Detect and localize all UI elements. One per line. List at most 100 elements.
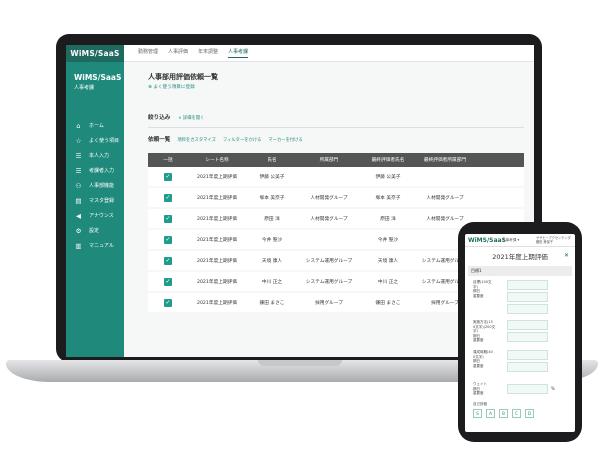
phone-app-logo[interactable]: WiMS/SaaS	[468, 237, 506, 244]
tab-hr-evaluation[interactable]: 人事評価	[168, 48, 188, 58]
sidebar-item-master-data[interactable]: ▤ マスタ登録	[66, 193, 124, 208]
grade-option-a[interactable]: A	[486, 409, 495, 418]
sidebar-item-favorites[interactable]: ☆ よく使う項目	[66, 133, 124, 148]
phone-module-select[interactable]: 人事考課 ▾	[502, 238, 536, 243]
cell-final-name: 今井 聖沙	[377, 237, 399, 243]
phone-field-label-method: 実施方法(15 0文字)(200文 字) 期日 重要度	[473, 320, 495, 343]
cell-sheet: 2021年度上期評価	[196, 279, 238, 285]
grade-option-c[interactable]: C	[512, 409, 521, 418]
column-header-final-name[interactable]: 最終評価者氏名	[360, 157, 416, 163]
sidebar-item-evaluator-input[interactable]: ☰ 考課者入力	[66, 163, 124, 178]
book-icon: ▥	[75, 241, 82, 250]
sidebar-item-label: マニュアル	[89, 243, 114, 249]
checkbox-checked-icon[interactable]: ✓	[164, 193, 172, 202]
cell-final-name: 鎌田 まさこ	[375, 300, 401, 306]
table-row[interactable]: ✓ 2021年度上期評価 伊藤 公美子 伊藤 公美子	[148, 167, 524, 188]
phone-section-header: 目標1	[468, 266, 572, 276]
cell-name: 中川 正之	[261, 279, 283, 285]
column-header-name[interactable]: 氏名	[246, 157, 298, 163]
label-line: 目標(100文	[473, 280, 492, 284]
sidebar-item-announce[interactable]: ◀ アナウンス	[66, 208, 124, 223]
sidebar-item-settings[interactable]: ⚙ 設定	[66, 223, 124, 238]
column-header-dept[interactable]: 所属部門	[298, 157, 360, 163]
cell-final-dept: 人材開発グループ	[426, 216, 464, 222]
label-line: 達成時期(40	[473, 350, 493, 354]
cell-sheet: 2021年度上期評価	[196, 300, 238, 306]
app-logo[interactable]: WiMS/SaaS	[66, 45, 124, 62]
cell-sheet: 2021年度上期評価	[196, 237, 238, 243]
checkbox-checked-icon[interactable]: ✓	[164, 277, 172, 286]
goal-importance-input[interactable]	[507, 304, 548, 314]
filter-toggle[interactable]: ∨ 詳細を開く	[178, 116, 204, 121]
goal-input[interactable]	[507, 280, 548, 290]
cell-name: 今井 聖沙	[261, 237, 283, 243]
label-line: 重要度	[473, 363, 484, 368]
apply-filter-link[interactable]: フィルターをかける	[223, 138, 262, 143]
weight-input[interactable]	[507, 384, 548, 394]
sidebar-item-label: 人事部機能	[89, 183, 115, 189]
gear-icon: ⚙	[75, 226, 82, 235]
tab-year-end-adjustment[interactable]: 年末調整	[198, 48, 218, 58]
checkbox-checked-icon[interactable]: ✓	[164, 172, 172, 181]
add-marker-link[interactable]: マーカーを付ける	[268, 138, 302, 143]
self-eval-label: 自己評価	[473, 402, 487, 406]
checkbox-checked-icon[interactable]: ✓	[164, 298, 172, 307]
row-checkbox: ✓	[148, 277, 188, 286]
sidebar-menu: ⌂ ホーム ☆ よく使う項目 ☰ 本人入力 ☰ 考課者入力 ⚇ 人事部機能 ▤ マスタ登録 …	[66, 118, 124, 253]
checkbox-checked-icon[interactable]: ✓	[164, 214, 172, 223]
phone-field-label-achievement: 達成時期(40 0文字) 期日 重要度	[473, 350, 493, 368]
label-line: 重要度	[473, 293, 484, 298]
column-header-bulk[interactable]: 一括	[148, 157, 188, 163]
sidebar-item-self-input[interactable]: ☰ 本人入力	[66, 148, 124, 163]
sidebar-item-label: アナウンス	[89, 213, 114, 219]
phone-field-label-weight: ウェイト 期日 重要度	[473, 382, 487, 396]
grade-option-b[interactable]: B	[499, 409, 508, 418]
sidebar-brand-name: WiMS/SaaS	[74, 73, 122, 82]
grade-option-s[interactable]: S	[473, 409, 482, 418]
tab-attendance[interactable]: 勤務管理	[138, 48, 158, 58]
row-checkbox: ✓	[148, 298, 188, 307]
add-to-favorites-link[interactable]: ⊕ よく使う項目に登録	[148, 84, 195, 90]
column-header-sheet[interactable]: シート名称	[188, 157, 246, 163]
cell-sheet: 2021年度上期評価	[196, 216, 238, 222]
table-header: 一括 シート名称 氏名 所属部門 最終評価者氏名 最終評価者所属部門	[148, 153, 524, 167]
phone-screen: WiMS/SaaS 人事考課 ▾ ササヒーアクセンテンダ 鎌田 美保子 2021…	[465, 234, 575, 432]
goal-deadline-input[interactable]	[507, 292, 548, 302]
close-icon[interactable]: ✕	[564, 252, 569, 259]
method-input[interactable]	[507, 320, 548, 330]
list-icon: ☰	[75, 166, 82, 175]
cell-final-name: 中川 正之	[377, 279, 399, 285]
people-icon: ⚇	[75, 181, 82, 190]
cell-name: 原田 洋	[264, 216, 280, 222]
method-deadline-input[interactable]	[507, 332, 548, 342]
home-icon: ⌂	[76, 121, 81, 130]
column-header-final-dept[interactable]: 最終評価者所属部門	[416, 157, 474, 163]
laptop-notch	[258, 360, 342, 366]
row-checkbox: ✓	[148, 193, 188, 202]
database-icon: ▤	[75, 196, 82, 205]
achievement-input[interactable]	[507, 350, 548, 360]
cell-dept: システム運用グループ	[305, 279, 353, 285]
checkbox-checked-icon[interactable]: ✓	[164, 256, 172, 265]
chevron-down-icon: ∨	[178, 116, 182, 121]
sidebar-item-label: マスタ登録	[89, 198, 115, 204]
sidebar-item-home[interactable]: ⌂ ホーム	[66, 118, 124, 133]
cell-sheet: 2021年度上期評価	[196, 195, 238, 201]
cell-dept: 採用グループ	[315, 300, 343, 306]
customize-columns-link[interactable]: 項目をカスタマイズ	[177, 138, 216, 143]
plus-circle-icon: ⊕	[148, 85, 152, 90]
phone-header: WiMS/SaaS 人事考課 ▾ ササヒーアクセンテンダ 鎌田 美保子	[465, 234, 575, 247]
sidebar-item-hr-functions[interactable]: ⚇ 人事部機能	[66, 178, 124, 193]
cell-name: 天境 康人	[261, 258, 283, 264]
sidebar-item-manual[interactable]: ▥ マニュアル	[66, 238, 124, 253]
table-row[interactable]: ✓ 2021年度上期評価 塚本 美奈子 人材開発グループ 塚本 美奈子 人材開発グループ	[148, 188, 524, 209]
grade-option-d[interactable]: D	[525, 409, 534, 418]
achievement-deadline-input[interactable]	[507, 362, 548, 372]
tab-personnel-appraisal[interactable]: 人事考課	[228, 48, 249, 58]
cell-sheet: 2021年度上期評価	[196, 174, 238, 180]
cell-final-dept: 人材開発グループ	[426, 195, 464, 201]
phone-user-info[interactable]: ササヒーアクセンテンダ 鎌田 美保子	[536, 236, 571, 244]
checkbox-checked-icon[interactable]: ✓	[164, 235, 172, 244]
sidebar-brand: WiMS/SaaS 人事考課	[66, 62, 124, 91]
sidebar: WiMS/SaaS 人事考課 ⌂ ホーム ☆ よく使う項目 ☰ 本人入力 ☰ 考課者入力…	[66, 62, 124, 357]
